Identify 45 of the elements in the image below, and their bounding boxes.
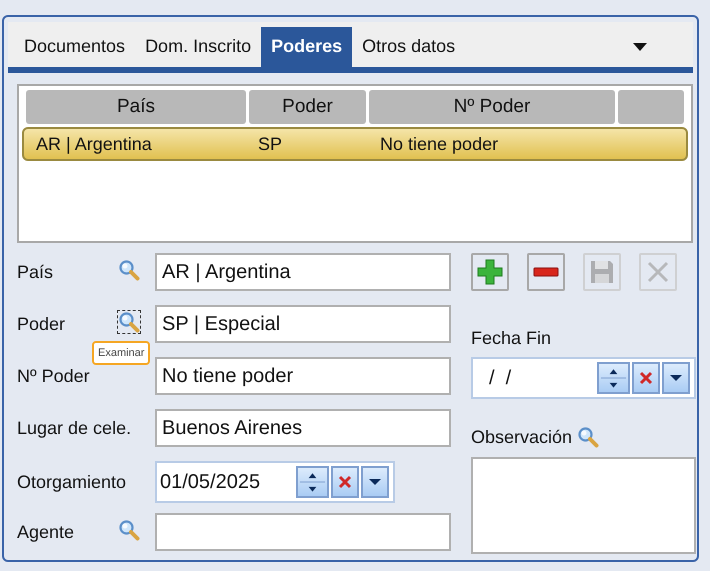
date-value: 01/05/2025 — [159, 470, 262, 494]
input-field[interactable]: SP | Especial — [155, 305, 451, 343]
plus-icon — [478, 260, 502, 284]
clear-icon — [338, 476, 352, 488]
caret-icon — [369, 479, 381, 485]
spin-button[interactable] — [597, 362, 630, 394]
caret-icon — [670, 375, 682, 381]
input-field[interactable]: No tiene poder — [155, 357, 451, 395]
field-label: Poder — [17, 314, 66, 334]
table-cell-text: AR | Argentina — [35, 134, 153, 154]
table-row[interactable]: AR | Argentina SP No tiene poder — [22, 127, 688, 161]
table-cell-text: No tiene poder — [379, 134, 500, 154]
field-label: Observación — [471, 426, 572, 448]
date-value: / / — [488, 366, 512, 390]
input-field[interactable]: AR | Argentina — [155, 253, 451, 291]
close-icon — [648, 262, 668, 282]
field-label: Nº Poder — [17, 366, 91, 386]
clear-button[interactable] — [632, 362, 660, 394]
field-label: Fecha Fin — [471, 328, 552, 349]
tab[interactable]: Documentos — [14, 27, 136, 67]
field-label: Agente — [17, 522, 76, 542]
input-field[interactable]: Buenos Airenes — [155, 409, 451, 447]
input-field[interactable] — [155, 513, 451, 551]
tab[interactable]: Otros datos — [352, 27, 466, 67]
field-label: Lugar de cele. — [17, 418, 132, 438]
field-label: Otorgamiento — [17, 472, 128, 492]
add-button[interactable] — [471, 253, 509, 291]
column-header[interactable]: Nº Poder — [369, 90, 615, 124]
column-header[interactable]: Poder — [249, 90, 366, 124]
tab[interactable]: Dom. Inscrito — [135, 27, 262, 67]
dropdown-button[interactable] — [361, 466, 389, 498]
minus-icon — [534, 268, 558, 276]
tooltip: Examinar — [92, 341, 150, 365]
field-label: País — [17, 262, 54, 282]
clear-button[interactable] — [331, 466, 359, 498]
table-cell-text: SP — [257, 134, 284, 154]
date-field[interactable]: 01/05/2025 — [155, 461, 395, 503]
remove-button[interactable] — [527, 253, 565, 291]
clear-icon — [640, 372, 652, 384]
search-icon[interactable] — [117, 310, 141, 334]
tab[interactable]: Poderes — [261, 27, 352, 67]
spin-button[interactable] — [296, 466, 329, 498]
column-header[interactable]: País — [26, 90, 246, 124]
dropdown-button[interactable] — [662, 362, 690, 394]
date-field[interactable]: / / — [471, 357, 696, 399]
